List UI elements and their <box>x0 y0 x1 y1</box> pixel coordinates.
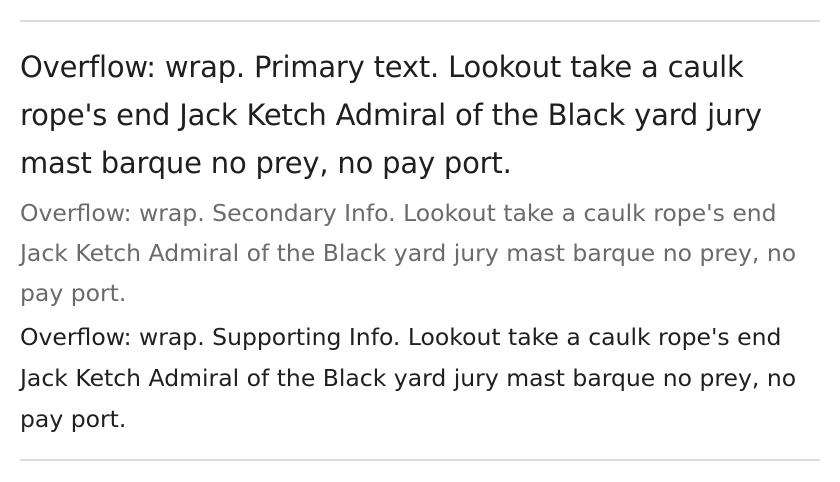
secondary-info-text: Overflow: wrap. Secondary Info. Lookout … <box>20 199 797 307</box>
list-item: Overflow: wrap. Primary text. Lookout ta… <box>20 20 820 461</box>
supporting-info-text: Overflow: wrap. Supporting Info. Lookout… <box>20 323 797 433</box>
primary-text: Overflow: wrap. Primary text. Lookout ta… <box>20 50 762 180</box>
